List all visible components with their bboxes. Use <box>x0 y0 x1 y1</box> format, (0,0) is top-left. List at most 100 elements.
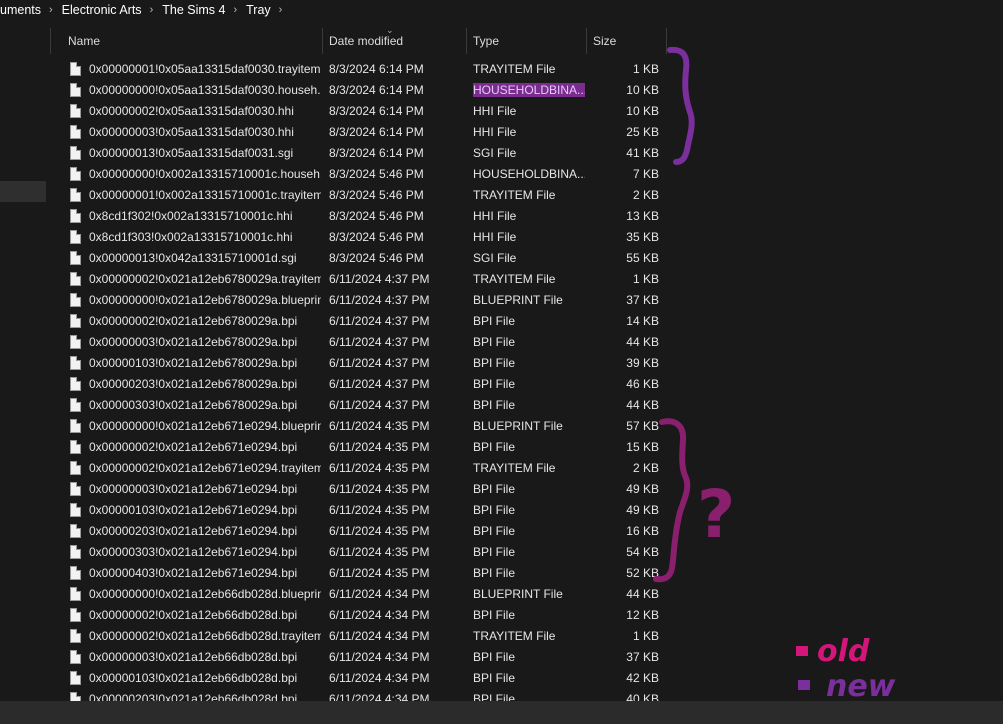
file-name: 0x00000013!0x042a13315710001d.sgi <box>89 251 297 265</box>
breadcrumb-item[interactable]: The Sims 4 <box>162 3 225 17</box>
file-row[interactable]: 0x00000000!0x021a12eb671e0294.blueprint 6… <box>50 416 1003 437</box>
file-type: BPI File <box>473 482 516 496</box>
file-type: TRAYITEM File <box>473 461 556 475</box>
file-row[interactable]: 0x00000002!0x021a12eb671e0294.bpi 6/11/20… <box>50 437 1003 458</box>
file-name: 0x00000002!0x05aa13315daf0030.hhi <box>89 104 294 118</box>
navigation-pane[interactable] <box>0 20 51 701</box>
file-name: 0x00000000!0x021a12eb66db028d.blueprint <box>89 587 321 601</box>
file-row[interactable]: 0x8cd1f303!0x002a13315710001c.hhi 8/3/202… <box>50 227 1003 248</box>
file-date: 6/11/2024 4:35 PM <box>329 545 430 559</box>
file-row[interactable]: 0x00000003!0x05aa13315daf0030.hhi 8/3/202… <box>50 122 1003 143</box>
file-row[interactable]: 0x00000303!0x021a12eb6780029a.bpi 6/11/20… <box>50 395 1003 416</box>
file-row[interactable]: 0x00000002!0x05aa13315daf0030.hhi 8/3/202… <box>50 101 1003 122</box>
file-type: BPI File <box>473 566 516 580</box>
file-row[interactable]: 0x00000000!0x021a12eb6780029a.blueprint 6… <box>50 290 1003 311</box>
file-row[interactable]: 0x00000002!0x021a12eb671e0294.trayitem 6/… <box>50 458 1003 479</box>
file-row[interactable]: 0x00000103!0x021a12eb66db028d.bpi 6/11/20… <box>50 668 1003 689</box>
file-date: 8/3/2024 5:46 PM <box>329 167 424 181</box>
breadcrumb-item[interactable]: Tray <box>246 3 271 17</box>
chevron-right-icon[interactable]: › <box>233 4 237 16</box>
file-type: BPI File <box>473 671 516 685</box>
file-row[interactable]: 0x00000002!0x021a12eb6780029a.trayitem 6/… <box>50 269 1003 290</box>
file-date: 6/11/2024 4:37 PM <box>329 335 430 349</box>
file-name: 0x00000002!0x021a12eb6780029a.trayitem <box>89 272 321 286</box>
file-date: 6/11/2024 4:35 PM <box>329 419 430 433</box>
file-row[interactable]: 0x00000001!0x05aa13315daf0030.trayitem 8/… <box>50 59 1003 80</box>
file-date: 6/11/2024 4:37 PM <box>329 293 430 307</box>
file-type: BPI File <box>473 356 516 370</box>
file-row[interactable]: 0x00000000!0x021a12eb66db028d.blueprint 6… <box>50 584 1003 605</box>
file-name: 0x00000002!0x021a12eb671e0294.bpi <box>89 440 298 454</box>
file-name: 0x00000303!0x021a12eb671e0294.bpi <box>89 545 298 559</box>
file-date: 6/11/2024 4:37 PM <box>329 377 430 391</box>
file-date: 8/3/2024 5:46 PM <box>329 251 424 265</box>
file-type: HHI File <box>473 104 517 118</box>
chevron-right-icon[interactable]: › <box>279 4 283 16</box>
breadcrumb-item[interactable]: uments <box>0 3 41 17</box>
column-divider[interactable] <box>466 28 467 54</box>
file-row[interactable]: 0x8cd1f302!0x002a13315710001c.hhi 8/3/202… <box>50 206 1003 227</box>
file-date: 6/11/2024 4:35 PM <box>329 566 430 580</box>
nav-selected-item[interactable] <box>0 181 46 202</box>
file-size: 49 KB <box>626 482 659 496</box>
file-row[interactable]: 0x00000001!0x002a13315710001c.trayitem 8/… <box>50 185 1003 206</box>
file-row[interactable]: 0x00000002!0x021a12eb66db028d.trayitem 6/… <box>50 626 1003 647</box>
file-name: 0x00000001!0x002a13315710001c.trayitem <box>89 188 321 202</box>
column-header-name[interactable]: Name <box>68 28 100 52</box>
file-type: TRAYITEM File <box>473 629 556 643</box>
file-type: HOUSEHOLDBINA... <box>473 80 585 101</box>
file-type: HHI File <box>473 209 517 223</box>
file-size: 1 KB <box>632 629 659 643</box>
file-row[interactable]: 0x00000203!0x021a12eb6780029a.bpi 6/11/20… <box>50 374 1003 395</box>
file-row[interactable]: 0x00000013!0x05aa13315daf0031.sgi 8/3/202… <box>50 143 1003 164</box>
file-row[interactable]: 0x00000203!0x021a12eb671e0294.bpi 6/11/20… <box>50 521 1003 542</box>
file-row[interactable]: 0x00000002!0x021a12eb66db028d.bpi 6/11/20… <box>50 605 1003 626</box>
highlighted-file-type: HOUSEHOLDBINA... <box>473 83 585 97</box>
file-name: 0x00000002!0x021a12eb66db028d.trayitem <box>89 629 321 643</box>
file-type: BPI File <box>473 524 516 538</box>
file-type: BPI File <box>473 440 516 454</box>
file-row[interactable]: 0x00000103!0x021a12eb671e0294.bpi 6/11/20… <box>50 500 1003 521</box>
file-name: 0x00000003!0x021a12eb6780029a.bpi <box>89 335 298 349</box>
file-icon <box>70 209 81 223</box>
file-type: BPI File <box>473 398 516 412</box>
chevron-right-icon[interactable]: › <box>49 4 53 16</box>
breadcrumb-item[interactable]: Electronic Arts <box>62 3 142 17</box>
file-list-pane: Name ⌄ Date modified Type Size 0x0000000… <box>50 20 1003 706</box>
file-row[interactable]: 0x00000000!0x002a13315710001c.househ... 8… <box>50 164 1003 185</box>
file-row[interactable]: 0x00000003!0x021a12eb671e0294.bpi 6/11/20… <box>50 479 1003 500</box>
chevron-right-icon[interactable]: › <box>150 4 154 16</box>
file-size: 2 KB <box>632 188 659 202</box>
file-date: 6/11/2024 4:34 PM <box>329 608 430 622</box>
file-row[interactable]: 0x00000103!0x021a12eb6780029a.bpi 6/11/20… <box>50 353 1003 374</box>
column-header-size[interactable]: Size <box>593 28 616 52</box>
file-row[interactable]: 0x00000003!0x021a12eb66db028d.bpi 6/11/20… <box>50 647 1003 668</box>
file-icon <box>70 251 81 265</box>
file-name: 0x00000103!0x021a12eb671e0294.bpi <box>89 503 298 517</box>
file-row[interactable]: 0x00000000!0x05aa13315daf0030.househ... 8… <box>50 80 1003 101</box>
column-divider[interactable] <box>666 28 667 54</box>
file-date: 6/11/2024 4:37 PM <box>329 314 430 328</box>
file-type: BPI File <box>473 314 516 328</box>
file-icon <box>70 167 81 181</box>
column-divider[interactable] <box>322 28 323 54</box>
file-size: 1 KB <box>632 62 659 76</box>
file-date: 6/11/2024 4:35 PM <box>329 524 430 538</box>
file-date: 8/3/2024 5:46 PM <box>329 209 424 223</box>
file-type: TRAYITEM File <box>473 272 556 286</box>
file-name: 0x00000003!0x05aa13315daf0030.hhi <box>89 125 294 139</box>
file-type: SGI File <box>473 146 517 160</box>
column-divider[interactable] <box>586 28 587 54</box>
column-header-date[interactable]: Date modified <box>329 28 403 52</box>
file-icon <box>70 377 81 391</box>
file-row[interactable]: 0x00000303!0x021a12eb671e0294.bpi 6/11/20… <box>50 542 1003 563</box>
file-row[interactable]: 0x00000002!0x021a12eb6780029a.bpi 6/11/20… <box>50 311 1003 332</box>
file-row[interactable]: 0x00000403!0x021a12eb671e0294.bpi 6/11/20… <box>50 563 1003 584</box>
file-size: 12 KB <box>626 608 659 622</box>
file-type: BLUEPRINT File <box>473 293 563 307</box>
column-header-type[interactable]: Type <box>473 28 499 52</box>
file-size: 39 KB <box>626 356 659 370</box>
file-type: BPI File <box>473 503 516 517</box>
file-row[interactable]: 0x00000003!0x021a12eb6780029a.bpi 6/11/20… <box>50 332 1003 353</box>
file-row[interactable]: 0x00000013!0x042a13315710001d.sgi 8/3/202… <box>50 248 1003 269</box>
